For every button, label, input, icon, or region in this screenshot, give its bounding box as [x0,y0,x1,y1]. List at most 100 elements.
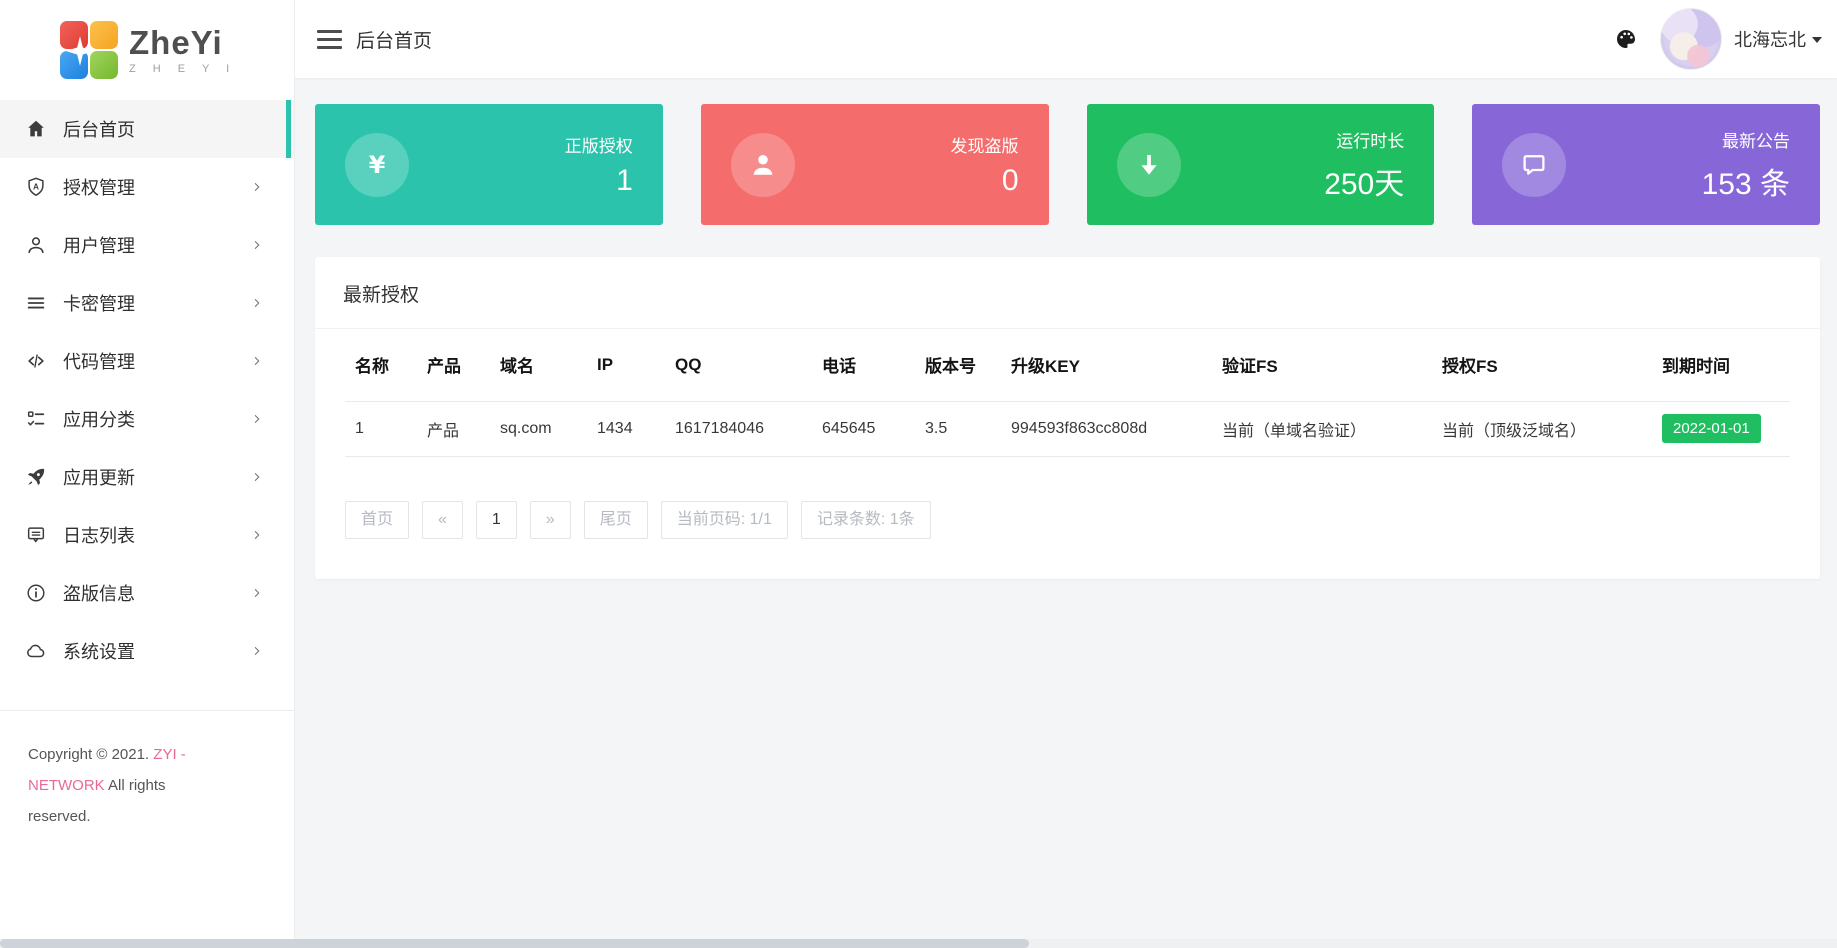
brand-logo: ZheYi Z H E Y I [0,0,294,100]
stat-card-label: 运行时长 [1324,127,1404,152]
stat-card-label: 最新公告 [1702,127,1790,152]
chevron-right-icon [250,528,264,542]
stat-card-value: 1 [565,164,633,198]
stat-card-uptime: 运行时长 250天 [1087,104,1435,225]
chevron-right-icon [250,470,264,484]
checklist-icon [25,408,47,430]
brand-subtitle: Z H E Y I [129,63,236,75]
stat-cards: ¥ 正版授权 1 发现盗版 0 运行时长 250天 最新公告 153 条 [315,104,1820,225]
page-count-info[interactable]: 记录条数: 1条 [801,501,931,539]
scrollbar-thumb[interactable] [0,939,1029,948]
stat-card-value: 250天 [1324,159,1404,203]
sidebar-item-label: 系统设置 [63,638,135,664]
comment-icon [25,524,47,546]
column-header: 版本号 [915,329,1001,401]
horizontal-scrollbar[interactable] [0,939,1837,948]
chevron-right-icon [250,586,264,600]
column-header: 授权FS [1432,329,1652,401]
table-cell: 645645 [812,401,915,456]
sidebar-item-system-settings[interactable]: 系统设置 [0,622,294,680]
arrow-down-icon [1134,150,1164,180]
table-cell: 产品 [417,401,490,456]
column-header: 电话 [812,329,915,401]
menu-fold-icon[interactable] [317,26,342,53]
sidebar-item-code-management[interactable]: 代码管理 [0,332,294,390]
theme-palette-icon[interactable] [1614,27,1638,51]
sidebar-item-label: 授权管理 [63,174,135,200]
expiry-badge: 2022-01-01 [1662,414,1761,443]
sidebar-item-app-category[interactable]: 应用分类 [0,390,294,448]
column-header: 域名 [490,329,587,401]
sidebar-item-label: 用户管理 [63,232,135,258]
table-header-row: 名称产品域名IPQQ电话版本号升级KEY验证FS授权FS到期时间 [345,329,1790,401]
table-cell: 当前（单域名验证） [1212,401,1432,456]
sidebar-menu: 后台首页 A 授权管理用户管理卡密管理代码管理应用分类应用更新日志列表盗版信息系统设… [0,100,294,680]
page-title: 后台首页 [356,26,432,53]
app-root: ZheYi Z H E Y I 后台首页 A 授权管理用户管理卡密管理代码管理应用分… [0,0,1837,948]
sidebar-item-dashboard[interactable]: 后台首页 [0,100,294,158]
table-cell: sq.com [490,401,587,456]
table-cell: 1434 [587,401,665,456]
sidebar-item-license-management[interactable]: A 授权管理 [0,158,294,216]
stat-card-label: 发现盗版 [951,132,1019,157]
chevron-right-icon [250,412,264,426]
code-icon [25,350,47,372]
sidebar-item-piracy-info[interactable]: 盗版信息 [0,564,294,622]
page-1[interactable]: 1 [476,501,517,539]
page-last[interactable]: 尾页 [584,501,648,539]
column-header: 产品 [417,329,490,401]
sidebar-item-label: 代码管理 [63,348,135,374]
yen-icon: ¥ [362,150,392,180]
chevron-right-icon [250,180,264,194]
user-menu[interactable]: 北海忘北 [1734,26,1822,52]
table-cell-expiry: 2022-01-01 [1652,401,1790,456]
stat-card-piracy-found: 发现盗版 0 [701,104,1049,225]
column-header: 名称 [345,329,417,401]
person-icon [748,150,778,180]
copyright-prefix: Copyright © 2021. [28,746,153,763]
page-current-info[interactable]: 当前页码: 1/1 [661,501,788,539]
column-header: 验证FS [1212,329,1432,401]
stat-card-genuine-license: ¥ 正版授权 1 [315,104,663,225]
sidebar-item-label: 盗版信息 [63,580,135,606]
brand-logo-icon [60,21,118,79]
user-avatar[interactable] [1660,8,1722,70]
panel-title: 最新授权 [315,257,1820,328]
latest-license-table: 名称产品域名IPQQ电话版本号升级KEY验证FS授权FS到期时间 1产品sq.c… [345,329,1790,457]
stat-card-value: 0 [951,164,1019,198]
stat-card-icon-circle: ¥ [345,133,409,197]
sidebar-item-app-update[interactable]: 应用更新 [0,448,294,506]
table-cell: 994593f863cc808d [1001,401,1212,456]
page-next[interactable]: » [530,501,571,539]
sidebar-item-label: 后台首页 [63,116,135,142]
sidebar-item-label: 日志列表 [63,522,135,548]
svg-text:A: A [33,182,39,191]
sidebar-item-user-management[interactable]: 用户管理 [0,216,294,274]
main-area: 后台首页 北海忘北 ¥ 正版授权 1 发现盗版 0 运行时长 250天 最新公告 153 条 [295,0,1837,948]
sparkle-icon [63,34,97,68]
sidebar-item-cardkey-management[interactable]: 卡密管理 [0,274,294,332]
page-prev[interactable]: « [422,501,463,539]
page-first[interactable]: 首页 [345,501,409,539]
stat-card-icon-circle [1502,133,1566,197]
sidebar-item-label: 卡密管理 [63,290,135,316]
copyright: Copyright © 2021. ZYI - NETWORK All righ… [0,711,250,832]
cloud-icon [25,640,47,662]
stat-card-icon-circle [1117,133,1181,197]
sidebar: ZheYi Z H E Y I 后台首页 A 授权管理用户管理卡密管理代码管理应用分… [0,0,295,948]
topbar: 后台首页 北海忘北 [295,0,1837,78]
shield-icon: A [25,176,47,198]
sidebar-item-log-list[interactable]: 日志列表 [0,506,294,564]
content: ¥ 正版授权 1 发现盗版 0 运行时长 250天 最新公告 153 条 最新授权 名称产品域名… [295,78,1837,948]
stat-card-label: 正版授权 [565,132,633,157]
username: 北海忘北 [1734,26,1806,52]
sidebar-item-label: 应用更新 [63,464,135,490]
latest-license-panel: 最新授权 名称产品域名IPQQ电话版本号升级KEY验证FS授权FS到期时间 1产… [315,257,1820,579]
table-cell: 1617184046 [665,401,812,456]
sidebar-item-label: 应用分类 [63,406,135,432]
stat-card-value: 153 条 [1702,159,1790,203]
pagination: 首页 « 1 » 尾页当前页码: 1/1 记录条数: 1条 [345,501,1790,539]
user-icon [25,234,47,256]
brand-title: ZheYi [129,26,236,60]
info-icon [25,582,47,604]
